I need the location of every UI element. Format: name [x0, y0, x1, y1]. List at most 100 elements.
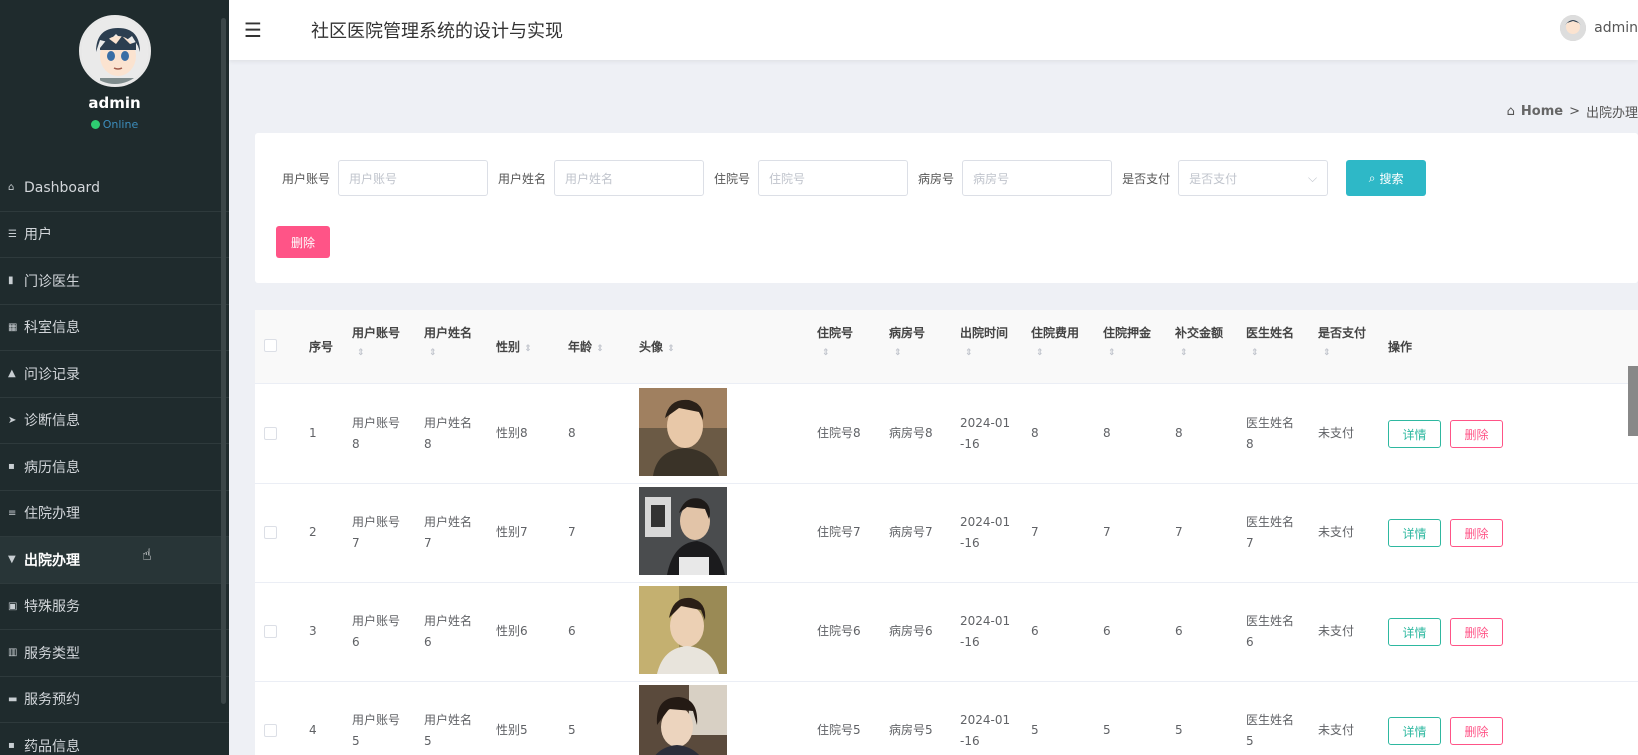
apps-icon: ▪: [8, 740, 15, 752]
cell-age: 5: [568, 723, 576, 737]
cell-admission-no: 住院号7: [817, 525, 861, 539]
bar-chart-icon: ▥: [8, 647, 18, 659]
table-row: 1 用户账号 8 用户姓名 8 性别8 8 住院号8 病房号8 2024-01 -16…: [255, 385, 1638, 484]
patient-photo: [639, 685, 727, 755]
th-discharge-time[interactable]: 出院时间 ⇕: [960, 324, 1008, 358]
profile: admin Online: [0, 0, 229, 165]
cell-supplement: 7: [1175, 525, 1183, 539]
home-icon: ⌂: [1506, 104, 1515, 119]
name-label: 用户姓名: [498, 171, 547, 186]
sidebar-item-consultations[interactable]: ▲ 问诊记录: [0, 351, 229, 398]
sidebar-item-medicine[interactable]: ▪ 药品信息: [0, 723, 229, 755]
th-admission-no[interactable]: 住院号 ⇕: [817, 324, 853, 358]
cell-name: 用户姓名 7: [424, 515, 473, 550]
delete-button[interactable]: 删除: [1450, 717, 1503, 745]
th-age[interactable]: 年龄 ⇕: [568, 338, 604, 355]
chevron-down-icon: ⌵: [1307, 170, 1318, 185]
cell-supplement: 5: [1175, 723, 1183, 737]
select-all-checkbox[interactable]: [264, 339, 277, 352]
name-input[interactable]: 用户姓名: [554, 160, 705, 196]
admission-no-input[interactable]: 住院号: [758, 160, 909, 196]
sidebar-item-service-booking[interactable]: ▬ 服务预约: [0, 677, 229, 723]
user-menu[interactable]: admin: [1560, 15, 1638, 41]
breadcrumb-separator: >: [1569, 104, 1580, 119]
cell-name: 用户姓名 8: [424, 416, 473, 451]
sort-icon: ⇕: [524, 344, 532, 354]
sidebar-item-users[interactable]: ☰ 用户: [0, 212, 229, 258]
sidebar-item-discharge[interactable]: ▼ 出院办理: [0, 537, 229, 584]
row-checkbox[interactable]: [264, 625, 277, 638]
paid-select-placeholder: 是否支付: [1189, 171, 1238, 186]
th-name[interactable]: 用户姓名 ⇕: [424, 324, 472, 358]
admission-no-label: 住院号: [714, 171, 751, 186]
sidebar-menu: ⌂ Dashboard ☰ 用户 ▮ 门诊医生 ▦ 科室信息 ▲ 问诊记录 ➤ 诊断信息 ▪…: [0, 165, 229, 755]
ward-no-label: 病房号: [918, 171, 955, 186]
delete-button[interactable]: 删除: [1450, 420, 1503, 448]
th-deposit[interactable]: 住院押金 ⇕: [1103, 324, 1151, 358]
cell-name: 用户姓名 5: [424, 713, 473, 748]
sort-icon: ⇕: [965, 348, 973, 358]
ward-no-input[interactable]: 病房号: [962, 160, 1113, 196]
th-doctor[interactable]: 医生姓名 ⇕: [1246, 324, 1294, 358]
detail-button[interactable]: 详情: [1388, 519, 1441, 547]
cell-doctor: 医生姓名 6: [1246, 614, 1295, 649]
batch-delete-button[interactable]: 删除: [276, 226, 330, 258]
sidebar-item-departments[interactable]: ▦ 科室信息: [0, 305, 229, 351]
th-paid[interactable]: 是否支付 ⇕: [1318, 324, 1366, 358]
paid-label: 是否支付: [1122, 171, 1171, 186]
sort-icon: ⇕: [1180, 348, 1188, 358]
search-button[interactable]: ⌕ 搜索: [1346, 160, 1427, 196]
book-icon: ▮: [8, 275, 14, 287]
th-avatar[interactable]: 头像 ⇕: [639, 338, 675, 355]
home-icon: ⌂: [8, 182, 15, 194]
sidebar-item-admission[interactable]: ≡ 住院办理: [0, 491, 229, 537]
page-scrollbar[interactable]: [1628, 366, 1638, 436]
cell-ward-no: 病房号6: [889, 624, 933, 638]
sort-icon: ⇕: [357, 348, 365, 358]
sidebar-item-service-types[interactable]: ▥ 服务类型: [0, 630, 229, 677]
sidebar-scrollbar[interactable]: [221, 18, 226, 704]
account-input[interactable]: 用户账号: [338, 160, 489, 196]
sort-icon: ⇕: [429, 348, 437, 358]
row-checkbox[interactable]: [264, 427, 277, 440]
cell-age: 8: [568, 426, 576, 440]
th-fee[interactable]: 住院费用 ⇕: [1031, 324, 1079, 358]
menu-toggle-icon[interactable]: ☰: [244, 18, 266, 42]
sidebar-item-dashboard[interactable]: ⌂ Dashboard: [0, 165, 229, 212]
cell-deposit: 6: [1103, 624, 1111, 638]
sort-icon: ⇕: [667, 344, 675, 354]
patient-photo: [639, 586, 727, 674]
detail-button[interactable]: 详情: [1388, 420, 1441, 448]
th-ward-no[interactable]: 病房号 ⇕: [889, 324, 925, 358]
cell-ward-no: 病房号7: [889, 525, 933, 539]
sidebar-item-records[interactable]: ▪ 病历信息: [0, 444, 229, 491]
sort-icon: ⇕: [1108, 348, 1116, 358]
delete-button[interactable]: 删除: [1450, 519, 1503, 547]
app-title: 社区医院管理系统的设计与实现: [311, 21, 563, 42]
cell-account: 用户账号 5: [352, 713, 401, 748]
paid-select[interactable]: 是否支付 ⌵: [1178, 160, 1329, 196]
detail-button[interactable]: 详情: [1388, 717, 1441, 745]
online-status: Online: [0, 118, 229, 131]
grid-icon: ▦: [8, 321, 18, 333]
row-checkbox[interactable]: [264, 526, 277, 539]
account-label: 用户账号: [282, 171, 331, 186]
cell-fee: 7: [1031, 525, 1039, 539]
delete-button[interactable]: 删除: [1450, 618, 1503, 646]
sidebar-item-diagnosis[interactable]: ➤ 诊断信息: [0, 398, 229, 444]
th-supplement[interactable]: 补交金额 ⇕: [1175, 324, 1223, 358]
detail-button[interactable]: 详情: [1388, 618, 1441, 646]
search-icon: ⌕: [1368, 170, 1376, 185]
row-checkbox[interactable]: [264, 724, 277, 737]
trophy-icon: ▼: [8, 554, 16, 566]
sidebar-item-special-services[interactable]: ▣ 特殊服务: [0, 584, 229, 630]
cell-account: 用户账号 7: [352, 515, 401, 550]
cell-gender: 性别7: [496, 525, 528, 539]
sliders-icon: ☰: [8, 228, 17, 240]
th-gender[interactable]: 性别 ⇕: [496, 338, 532, 355]
sidebar-item-doctors[interactable]: ▮ 门诊医生: [0, 258, 229, 305]
cell-paid: 未支付: [1318, 624, 1355, 638]
th-account[interactable]: 用户账号 ⇕: [352, 324, 400, 358]
cell-paid: 未支付: [1318, 723, 1355, 737]
breadcrumb-home[interactable]: Home: [1521, 104, 1563, 119]
